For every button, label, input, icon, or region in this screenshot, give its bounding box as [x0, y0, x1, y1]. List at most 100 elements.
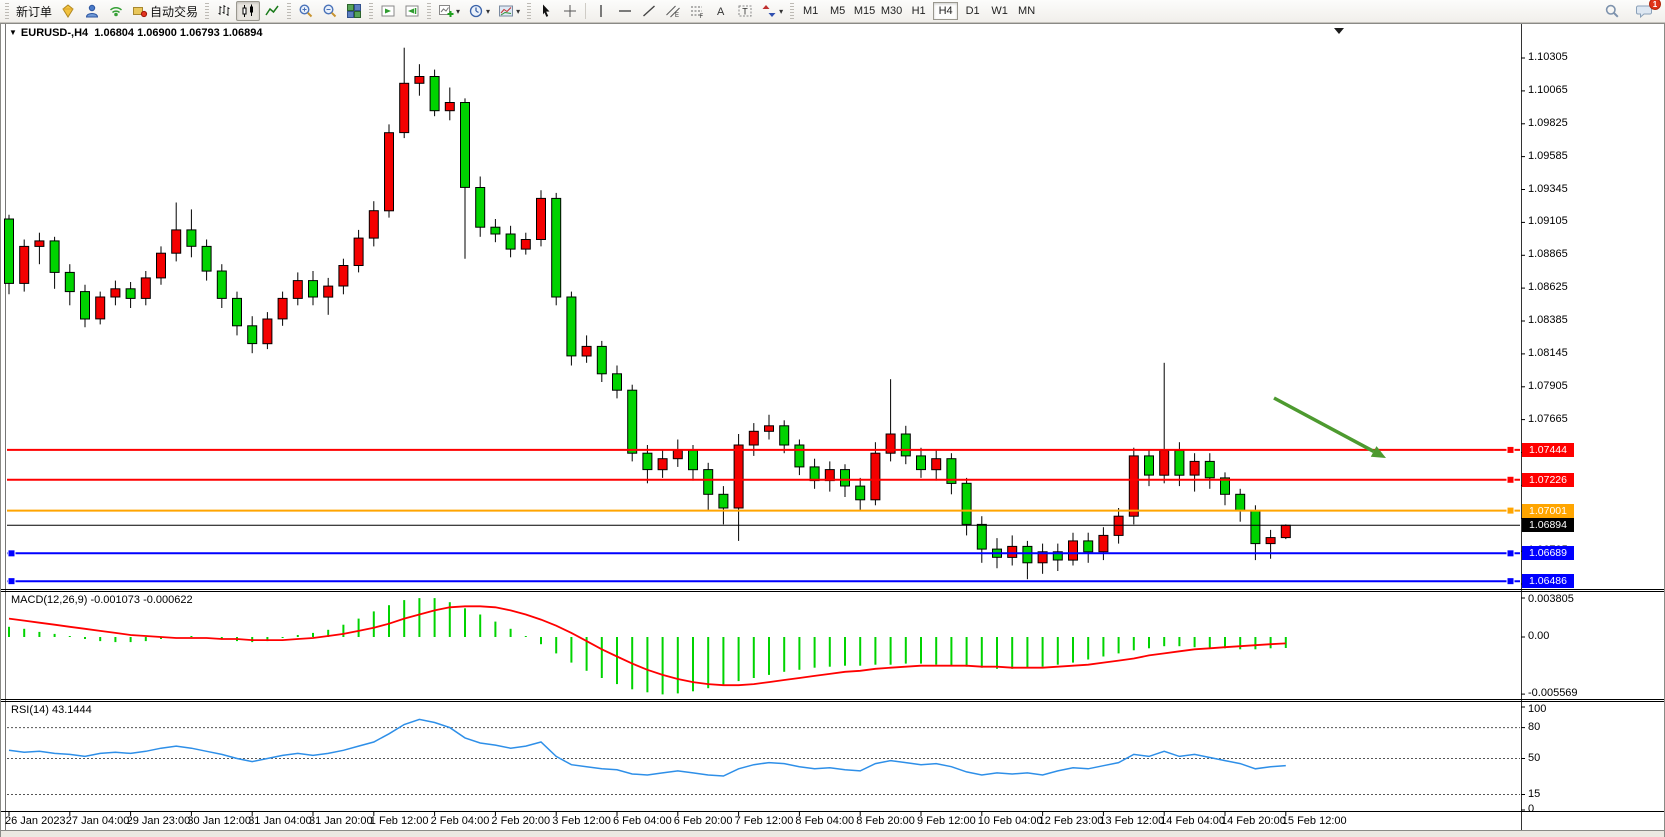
timeframe-button-h1[interactable]: H1 [906, 2, 931, 20]
crosshair-icon [562, 3, 578, 19]
text-tool-button[interactable]: A [709, 1, 733, 21]
price-tick-label: 1.09585 [1528, 150, 1568, 162]
new-chart-button[interactable]: ▾ [434, 1, 464, 21]
collapse-ohlc-arrow-icon[interactable]: ▼ [9, 28, 17, 37]
toolbar-grip[interactable] [527, 3, 531, 19]
signal-icon [108, 3, 124, 19]
toolbar-grip[interactable] [5, 3, 9, 19]
horizontal-price-lines[interactable] [7, 446, 1520, 584]
crosshair-tool-button[interactable] [558, 1, 582, 21]
new-order-button[interactable]: 新订单 [12, 1, 56, 21]
time-axis-label: 15 Feb 12:00 [1282, 815, 1347, 827]
timeframe-button-m1[interactable]: M1 [798, 2, 823, 20]
autotrade-button[interactable]: 自动交易 [128, 1, 202, 21]
text-icon: A [713, 3, 729, 19]
timeframe-button-d1[interactable]: D1 [960, 2, 985, 20]
svg-text:T: T [742, 7, 748, 17]
zoom-in-icon [298, 3, 314, 19]
period-button[interactable]: ▾ [464, 1, 494, 21]
text-label-tool-button[interactable]: T [733, 1, 757, 21]
time-axis-label: 6 Feb 04:00 [613, 815, 672, 827]
timeframe-button-m30[interactable]: M30 [879, 2, 904, 20]
price-tick-label: 1.10065 [1528, 84, 1568, 96]
timeframe-button-m5[interactable]: M5 [825, 2, 850, 20]
price-line-tag: 1.06894 [1522, 518, 1574, 532]
trader-button[interactable] [80, 1, 104, 21]
trendline-icon [641, 3, 657, 19]
toolbar-grip[interactable] [369, 3, 373, 19]
timeframe-button-h4[interactable]: H4 [933, 2, 958, 20]
template-icon [498, 3, 514, 19]
zoom-in-button[interactable] [294, 1, 318, 21]
chart-canvas[interactable] [1, 24, 1664, 837]
chart-shift-marker-icon[interactable] [1334, 28, 1344, 34]
toolbar-grip[interactable] [287, 3, 291, 19]
time-axis-label: 29 Jan 23:00 [127, 815, 191, 827]
time-axis-label: 2 Feb 20:00 [491, 815, 550, 827]
macd-indicator-label: MACD(12,26,9) -0.001073 -0.000622 [11, 594, 193, 606]
notification-badge: 1 [1649, 0, 1661, 10]
timeframe-button-w1[interactable]: W1 [987, 2, 1012, 20]
chart-title: ▼ EURUSD-,H4 1.06804 1.06900 1.06793 1.06… [9, 27, 263, 39]
price-tick-label: 1.08625 [1528, 281, 1568, 293]
chevron-down-icon: ▾ [779, 7, 783, 16]
vertical-line-tool-button[interactable] [589, 1, 613, 21]
svg-text:A: A [717, 6, 725, 18]
price-line-tag: 1.07444 [1522, 443, 1574, 457]
horizontal-line-tool-button[interactable] [613, 1, 637, 21]
time-axis-label: 3 Feb 12:00 [552, 815, 611, 827]
bar-chart-button[interactable] [212, 1, 236, 21]
toolbar-grip[interactable] [427, 3, 431, 19]
chart-ohlc-quotes: 1.06804 1.06900 1.06793 1.06894 [94, 27, 262, 39]
tile-windows-button[interactable] [342, 1, 366, 21]
price-tick-label: 1.08385 [1528, 314, 1568, 326]
time-axis-label: 7 Feb 12:00 [735, 815, 794, 827]
time-axis-label: 2 Feb 04:00 [431, 815, 490, 827]
rsi-tick-label: 0 [1528, 803, 1534, 815]
window-bottom-chrome [1, 831, 1664, 837]
candles [5, 48, 1291, 580]
price-tick-label: 1.09825 [1528, 117, 1568, 129]
price-tick-label: 1.08865 [1528, 248, 1568, 260]
zoom-out-icon [322, 3, 338, 19]
chart-shift-button[interactable] [400, 1, 424, 21]
notification-button[interactable]: 1 [1632, 1, 1657, 21]
bar-chart-icon [216, 3, 232, 19]
time-axis-label: 31 Jan 04:00 [248, 815, 312, 827]
channel-tool-button[interactable]: E [661, 1, 685, 21]
search-button[interactable] [1600, 1, 1624, 21]
rsi-tick-label: 50 [1528, 752, 1540, 764]
time-axis-label: 30 Jan 12:00 [187, 815, 251, 827]
time-axis-label: 8 Feb 20:00 [856, 815, 915, 827]
candlestick-chart-icon [240, 3, 256, 19]
line-chart-button[interactable] [260, 1, 284, 21]
candlestick-chart-button[interactable] [236, 1, 260, 21]
main-toolbar: 新订单 自动交易 [0, 0, 1665, 23]
cursor-tool-button[interactable] [534, 1, 558, 21]
chart-symbol-period: EURUSD-,H4 [21, 27, 88, 39]
gold-gem-icon [60, 3, 76, 19]
gem-button[interactable] [56, 1, 80, 21]
signal-button[interactable] [104, 1, 128, 21]
price-tick-label: 1.09345 [1528, 183, 1568, 195]
timeframe-button-mn[interactable]: MN [1014, 2, 1039, 20]
toolbar-grip[interactable] [205, 3, 209, 19]
auto-scroll-button[interactable] [376, 1, 400, 21]
toolbar-grip[interactable] [790, 3, 794, 19]
rsi-indicator-label: RSI(14) 43.1444 [11, 704, 92, 716]
rsi-level-lines [7, 728, 1520, 795]
clock-icon [468, 3, 484, 19]
time-axis-label: 31 Jan 20:00 [309, 815, 373, 827]
template-button[interactable]: ▾ [494, 1, 524, 21]
fibonacci-tool-button[interactable]: F [685, 1, 709, 21]
arrows-tool-button[interactable]: ▾ [757, 1, 787, 21]
timeframe-button-m15[interactable]: M15 [852, 2, 877, 20]
arrows-icon [761, 3, 777, 19]
time-axis-label: 27 Jan 04:00 [66, 815, 130, 827]
zoom-out-button[interactable] [318, 1, 342, 21]
macd-tick-label: 0.003805 [1528, 593, 1574, 605]
time-axis-label: 14 Feb 04:00 [1160, 815, 1225, 827]
time-axis-label: 6 Feb 20:00 [674, 815, 733, 827]
trendline-tool-button[interactable] [637, 1, 661, 21]
fibonacci-icon: F [689, 3, 705, 19]
